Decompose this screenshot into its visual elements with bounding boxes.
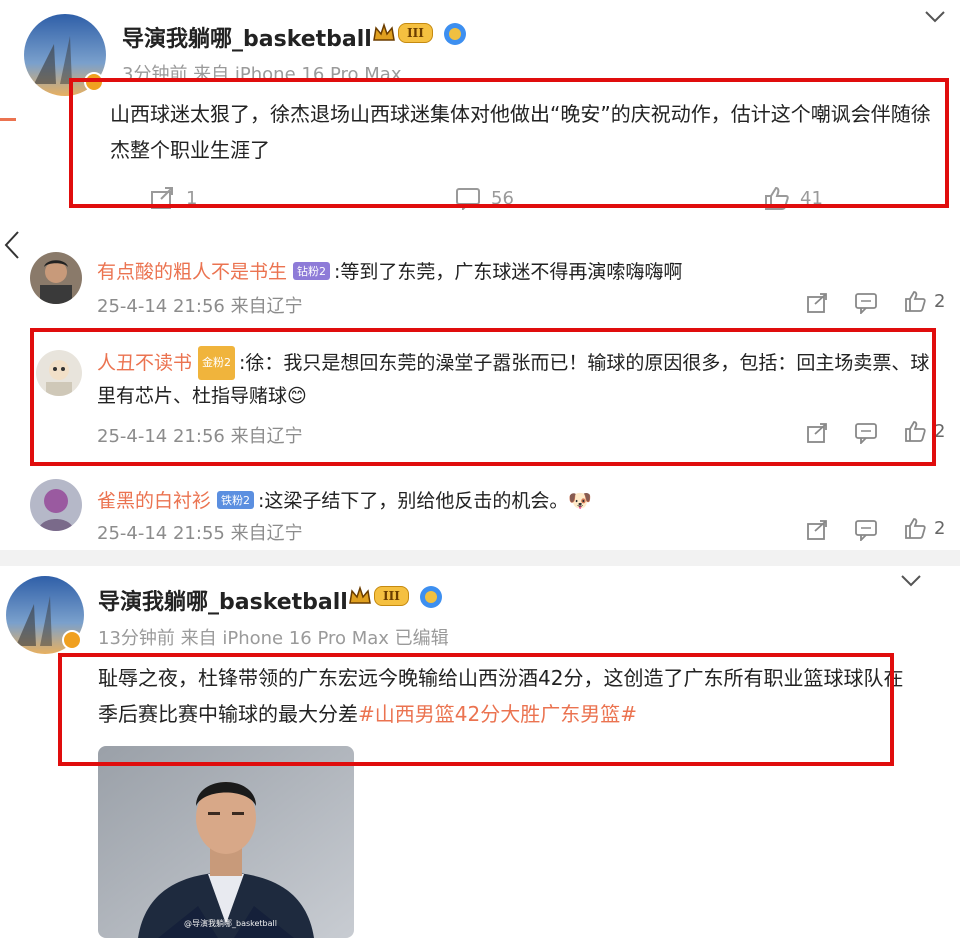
chevron-down-icon[interactable]: [900, 574, 922, 588]
post-image[interactable]: @导演我躺哪_basketball: [98, 746, 354, 938]
repost-button[interactable]: 1: [150, 186, 197, 210]
share-icon[interactable]: [806, 519, 830, 541]
comment-body: 人丑不读书 金粉2:徐：我只是想回东莞的澡堂子嚣张而已！输球的原因很多，包括：回主…: [97, 346, 937, 412]
comment-meta: 25-4-14 21:55 来自辽宁: [97, 523, 303, 544]
like-button[interactable]: 41: [764, 186, 823, 210]
comment-text: :等到了东莞，广东球迷不得再演嗦嗨嗨啊: [334, 261, 683, 283]
post-username[interactable]: 导演我躺哪_basketball: [98, 584, 348, 616]
repost-count: 1: [186, 187, 198, 209]
crown-level-badge: III: [348, 585, 409, 607]
left-edge-remnant: [0, 118, 16, 121]
crown-level-badge: III: [372, 22, 433, 44]
reply-icon[interactable]: [854, 519, 878, 541]
post-card-1: 导演我躺哪_basketball III 3分钟前 来自 iPhone 16 P…: [0, 0, 960, 212]
thumbs-up-icon: [765, 186, 789, 210]
post-username[interactable]: 导演我躺哪_basketball: [122, 21, 372, 53]
post-text-container: 耻辱之夜，杜锋带领的广东宏远今晚输给山西汾酒42分，这创造了广东所有职业篮球球队…: [98, 660, 906, 732]
comment-username[interactable]: 有点酸的粗人不是书生: [97, 261, 287, 283]
post-meta: 13分钟前 来自 iPhone 16 Pro Max 已编辑: [98, 628, 449, 649]
repost-icon: [151, 187, 173, 209]
chevron-down-icon[interactable]: [924, 10, 946, 24]
comment-like-button[interactable]: 2: [904, 517, 945, 539]
comment-header: 雀黑的白衬衫 铁粉2:这梁子结下了，别给他反击的机会。🐶: [97, 485, 592, 517]
section-divider: [0, 550, 960, 566]
level-badge-label: III: [398, 23, 433, 43]
post-card-2: 导演我躺哪_basketball III 13分钟前 来自 iPhone 16 …: [0, 566, 960, 942]
level-badge-label: III: [374, 586, 409, 606]
comment-like-count: 2: [934, 517, 946, 539]
crown-icon: [349, 585, 371, 604]
fan-badge: 铁粉2: [217, 491, 255, 509]
thumbs-up-icon: [905, 421, 926, 442]
thumbs-up-icon: [905, 518, 926, 539]
comment-username[interactable]: 雀黑的白衬衫: [97, 490, 211, 512]
comment-meta: 25-4-14 21:56 来自辽宁: [97, 296, 303, 317]
reply-icon[interactable]: [854, 292, 878, 314]
vip-icon: [444, 23, 466, 45]
post-meta: 3分钟前 来自 iPhone 16 Pro Max: [122, 64, 402, 85]
reply-icon[interactable]: [854, 422, 878, 444]
comment-avatar[interactable]: [36, 350, 82, 396]
comment-icon: [456, 188, 480, 210]
fan-badge: 金粉2: [198, 346, 236, 380]
verified-icon: [84, 72, 104, 92]
image-watermark: @导演我躺哪_basketball: [184, 919, 277, 928]
share-icon[interactable]: [806, 422, 830, 444]
comment-username[interactable]: 人丑不读书: [97, 352, 192, 374]
crown-icon: [373, 22, 395, 41]
comment-like-button[interactable]: 2: [904, 420, 945, 442]
comment-avatar[interactable]: [30, 252, 82, 304]
vip-icon: [420, 586, 442, 608]
comment-item: 有点酸的粗人不是书生 钻粉2:等到了东莞，广东球迷不得再演嗦嗨嗨啊 25-4-14…: [0, 212, 960, 322]
comments-panel: 有点酸的粗人不是书生 钻粉2:等到了东莞，广东球迷不得再演嗦嗨嗨啊 25-4-14…: [0, 212, 960, 550]
comment-avatar[interactable]: [30, 479, 82, 531]
comment-item: 雀黑的白衬衫 铁粉2:这梁子结下了，别给他反击的机会。🐶 25-4-14 21:5…: [0, 467, 960, 550]
fan-badge: 钻粉2: [293, 262, 331, 280]
verified-icon: [62, 630, 82, 650]
comment-text: :这梁子结下了，别给他反击的机会。🐶: [258, 490, 593, 512]
comment-meta: 25-4-14 21:56 来自辽宁: [97, 426, 303, 447]
comment-item: 人丑不读书 金粉2:徐：我只是想回东莞的澡堂子嚣张而已！输球的原因很多，包括：回主…: [0, 332, 960, 462]
comment-button[interactable]: 56: [455, 186, 514, 210]
comment-count: 56: [491, 187, 514, 209]
hashtag-link[interactable]: #山西男篮42分大胜广东男篮#: [358, 702, 637, 726]
comment-like-count: 2: [934, 420, 946, 442]
like-count: 41: [800, 187, 823, 209]
share-icon[interactable]: [806, 292, 830, 314]
thumbs-up-icon: [905, 291, 926, 312]
comment-header: 有点酸的粗人不是书生 钻粉2:等到了东莞，广东球迷不得再演嗦嗨嗨啊: [97, 256, 682, 288]
comment-like-button[interactable]: 2: [904, 290, 945, 312]
comment-like-count: 2: [934, 290, 946, 312]
post-text: 山西球迷太狠了，徐杰退场山西球迷集体对他做出“晚安”的庆祝动作，估计这个嘲讽会伴…: [110, 102, 931, 162]
